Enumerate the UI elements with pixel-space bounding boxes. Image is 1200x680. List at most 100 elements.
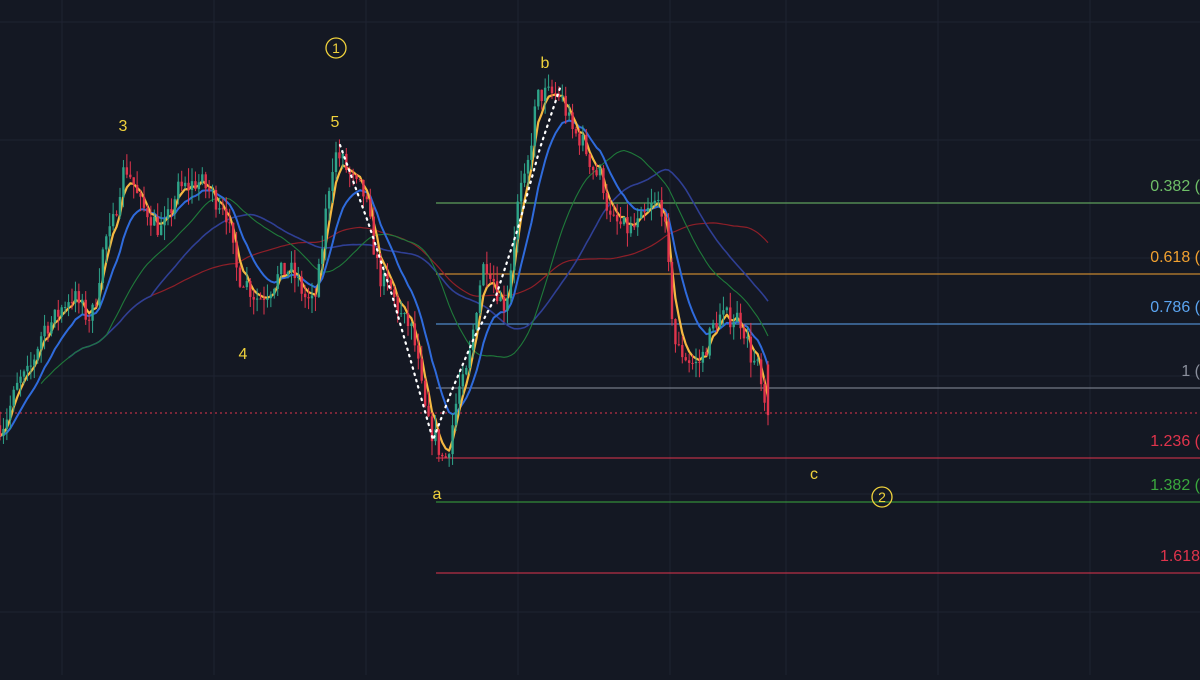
candle-body-22 <box>74 291 77 303</box>
candle-body-95 <box>324 208 327 249</box>
candle-body-64 <box>218 208 221 210</box>
chart-area[interactable]: 0.382 (0.618 (0.786 (1 (1.236 (1.382 (1.… <box>0 0 1200 675</box>
candle-body-18 <box>60 307 63 317</box>
candle-body-69 <box>235 242 238 268</box>
price-chart[interactable]: 0.382 (0.618 (0.786 (1 (1.236 (1.382 (1.… <box>0 0 1200 675</box>
wave-label-7: 2 <box>878 489 886 505</box>
candle-body-61 <box>207 188 211 191</box>
candle-body-68 <box>231 222 235 243</box>
candle-body-134 <box>458 386 461 404</box>
candle-body-30 <box>101 249 105 283</box>
overlays <box>338 86 562 444</box>
candle-body-25 <box>84 299 87 320</box>
candle-body-88 <box>300 276 303 294</box>
candle-body-108 <box>369 199 372 217</box>
candle-body-222 <box>759 359 763 385</box>
candle-body-52 <box>177 181 180 200</box>
candle-body-162 <box>554 93 557 95</box>
wave-labels: 3 4 5 1 a b c 2 <box>119 37 893 508</box>
candle-body-80 <box>273 288 276 295</box>
candle-body-48 <box>163 218 166 226</box>
candle-body-192 <box>657 199 660 201</box>
candle-body-105 <box>358 178 362 180</box>
fib-level-label-5: 1.382 ( <box>1150 477 1200 494</box>
candle-body-32 <box>108 226 111 237</box>
candle-body-141 <box>482 264 485 286</box>
candle-body-16 <box>53 309 57 323</box>
candle-body-144 <box>492 278 495 282</box>
candle-body-175 <box>598 168 602 176</box>
wave-dotted-path <box>338 86 562 444</box>
candle-body-208 <box>711 323 715 329</box>
candle-body-28 <box>94 304 98 306</box>
candle-body-19 <box>63 307 67 309</box>
candle-body-98 <box>334 152 338 173</box>
candle-body-49 <box>166 209 170 219</box>
candle-body-181 <box>619 221 622 225</box>
candle-body-12 <box>39 336 43 349</box>
candle-body-157 <box>537 89 540 107</box>
candle-body-50 <box>170 209 173 214</box>
candle-body-109 <box>372 216 375 255</box>
candle-body-201 <box>687 360 691 363</box>
candle-body-44 <box>149 217 153 226</box>
candle-body-4 <box>12 389 15 406</box>
candle-body-139 <box>475 312 478 330</box>
candle-body-56 <box>190 181 194 190</box>
candle-body-185 <box>633 224 636 228</box>
candle-body-125 <box>427 405 430 417</box>
candle-body-82 <box>279 262 283 275</box>
candle-body-53 <box>180 181 183 187</box>
candle-body-94 <box>321 248 324 265</box>
candle-body-11 <box>36 348 39 360</box>
candle-body-60 <box>204 174 207 189</box>
candle-body-132 <box>451 425 454 455</box>
candle-body-99 <box>338 152 341 159</box>
candle-body-171 <box>585 134 588 155</box>
candle-body-214 <box>732 322 735 328</box>
candle-body-78 <box>266 298 269 301</box>
fib-level-label-3: 1 ( <box>1181 363 1200 380</box>
candle-body-148 <box>506 298 509 311</box>
candle-body-129 <box>441 454 444 457</box>
candle-body-189 <box>646 207 650 212</box>
candle-body-96 <box>327 191 331 209</box>
candle-body-5 <box>15 382 19 390</box>
candle-body-213 <box>729 307 732 328</box>
candle-body-204 <box>698 361 701 363</box>
candle-body-39 <box>132 177 135 185</box>
candle-body-168 <box>574 128 578 134</box>
candle-body-187 <box>639 211 643 219</box>
candle-body-173 <box>591 167 595 171</box>
candle-body-13 <box>43 325 46 337</box>
candle-body-169 <box>578 133 581 146</box>
candle-body-29 <box>98 282 101 306</box>
candle-body-122 <box>417 345 420 359</box>
candle-body-153 <box>523 173 526 183</box>
candle-body-75 <box>255 298 259 300</box>
candle-body-9 <box>29 365 33 367</box>
candle-body-149 <box>509 270 513 299</box>
wave-label-1: 4 <box>239 346 248 363</box>
candle-body-165 <box>564 95 567 116</box>
candle-body-63 <box>214 190 218 210</box>
candle-body-90 <box>307 297 310 299</box>
wave-label-2: 5 <box>331 114 340 131</box>
wave-label-0: 3 <box>119 118 128 135</box>
candle-body-130 <box>444 456 447 458</box>
candle-body-20 <box>67 302 70 308</box>
candle-body-182 <box>622 217 626 225</box>
ma-slow-navy-line <box>68 168 769 359</box>
candle-body-93 <box>317 264 321 297</box>
candle-body-220 <box>753 360 756 363</box>
candle-body-224 <box>766 364 770 416</box>
candle-body-209 <box>715 323 718 328</box>
candle-body-115 <box>393 289 396 297</box>
wave-label-5: b <box>541 55 550 72</box>
candle-body-183 <box>626 217 629 234</box>
candle-body-70 <box>238 267 242 287</box>
candle-body-76 <box>259 298 262 300</box>
candle-body-58 <box>197 182 201 190</box>
candle-body-190 <box>650 203 653 208</box>
candle-body-1 <box>2 428 5 437</box>
